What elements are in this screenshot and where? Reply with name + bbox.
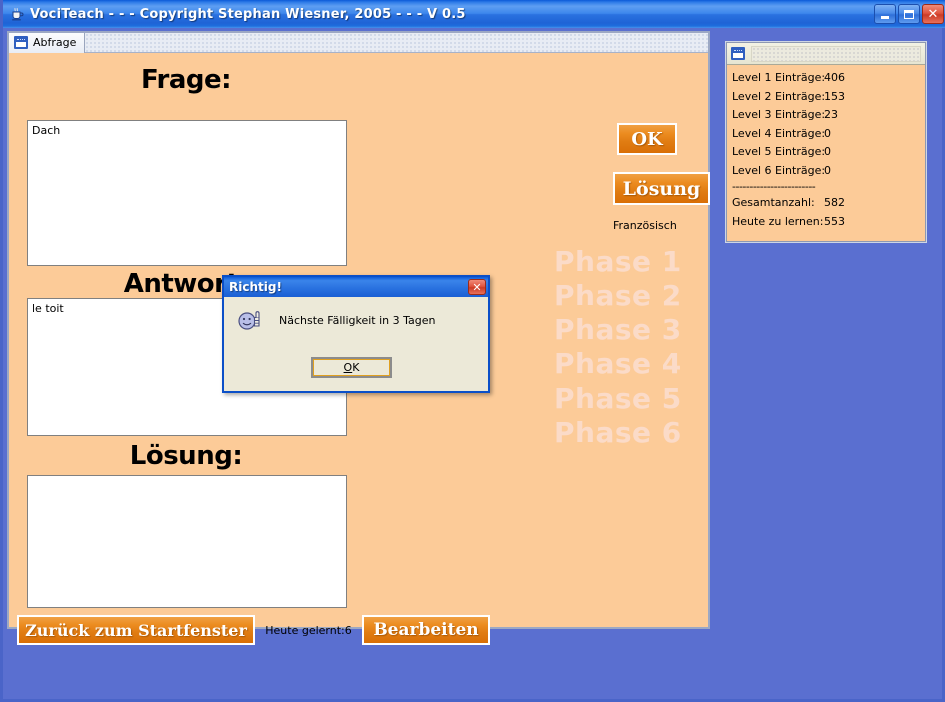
edit-button[interactable]: Bearbeiten	[362, 615, 490, 645]
stat-total-row: Gesamtanzahl: 582	[729, 194, 925, 213]
ok-button[interactable]: OK	[617, 123, 677, 155]
statistics-titlebar	[727, 43, 925, 65]
phase-item-2: Phase 2	[554, 279, 682, 313]
dialog-title: Richtig!	[229, 280, 282, 294]
tab-abfrage-label: Abfrage	[33, 36, 77, 49]
tab-abfrage[interactable]: Abfrage	[9, 32, 86, 53]
phase-item-3: Phase 3	[554, 313, 682, 347]
close-button[interactable]: ✕	[922, 4, 944, 24]
dialog-ok-button[interactable]: OK	[311, 357, 392, 378]
stat-label: Level 4 Einträge:	[732, 126, 826, 140]
dialog-ok-mnemonic: O	[343, 361, 353, 374]
stat-value: 582	[824, 196, 845, 209]
window-controls: ✕	[874, 4, 945, 24]
frage-textarea[interactable]: Dach	[27, 120, 347, 266]
stat-label: Level 5 Einträge:	[732, 145, 826, 158]
loesung-button[interactable]: Lösung	[613, 172, 710, 205]
stat-label: Level 2 Einträge:	[732, 89, 826, 103]
close-icon: ✕	[927, 6, 939, 22]
window-titlebar: VociTeach - - - Copyright Stephan Wiesne…	[3, 0, 945, 28]
phase-item-4: Phase 4	[554, 347, 682, 381]
application-window: VociTeach - - - Copyright Stephan Wiesne…	[0, 0, 945, 702]
phase-item-1: Phase 1	[554, 245, 682, 278]
learned-today-label: Heute gelernt:6	[265, 623, 352, 637]
stat-value: 153	[824, 89, 845, 103]
stat-row: Level 3 Einträge: 23	[729, 106, 925, 125]
stat-row: Level 2 Einträge: 153	[729, 88, 925, 107]
back-to-start-button[interactable]: Zurück zum Startfenster	[17, 615, 255, 645]
richtig-dialog: Richtig! ✕ Nächste Fälligkeit in 3 Tagen…	[222, 275, 490, 393]
window-title: VociTeach - - - Copyright Stephan Wiesne…	[30, 6, 466, 22]
statistics-internal-frame: Level 1 Einträge: 406 Level 2 Einträge: …	[726, 42, 926, 242]
dialog-ok-label: OK	[313, 359, 390, 376]
statistics-rows: Level 1 Einträge: 406 Level 2 Einträge: …	[727, 65, 925, 231]
language-label: Französisch	[613, 219, 677, 232]
stat-value: 23	[824, 108, 838, 121]
stat-label: Level 1 Einträge:	[732, 71, 826, 84]
tabbar-filler	[85, 33, 708, 52]
minimize-icon	[881, 15, 889, 19]
stat-value: 0	[824, 145, 831, 158]
stat-row: Level 5 Einträge: 0	[729, 143, 925, 162]
stat-value: 0	[824, 163, 831, 177]
stat-total-row: Heute zu lernen: 553	[729, 213, 925, 232]
phase-item-6: Phase 6	[554, 415, 682, 449]
maximize-button[interactable]	[898, 4, 920, 24]
stat-label: Level 6 Einträge:	[732, 163, 826, 177]
java-coffee-cup-icon	[9, 6, 25, 22]
dialog-message: Nächste Fälligkeit in 3 Tagen	[279, 314, 436, 327]
internal-frame-tabbar: Abfrage	[9, 32, 708, 53]
loesung-label: Lösung:	[129, 441, 243, 471]
dialog-ok-rest: K	[352, 361, 360, 374]
smiley-thumbs-up-icon	[237, 309, 267, 331]
dialog-close-button[interactable]: ✕	[468, 279, 486, 295]
phase-list: Phase 1 Phase 2 Phase 3 Phase 4 Phase 5 …	[554, 245, 709, 450]
stat-value: 0	[824, 126, 831, 140]
stat-value: 406	[824, 71, 845, 84]
minimize-button[interactable]	[874, 4, 896, 24]
stats-separator: ------------------------	[732, 180, 816, 193]
phase-item-5: Phase 5	[554, 381, 682, 415]
stat-row: Level 1 Einträge: 406	[729, 69, 925, 88]
titlebar-filler	[751, 45, 921, 62]
maximize-icon	[904, 9, 914, 19]
stat-row: Level 6 Einträge: 0	[729, 162, 925, 181]
stat-row: Level 4 Einträge: 0	[729, 125, 925, 144]
window-icon	[731, 47, 745, 60]
dialog-body: Nächste Fälligkeit in 3 Tagen OK	[224, 297, 488, 391]
stat-value: 553	[824, 214, 845, 228]
stat-label: Gesamtanzahl:	[732, 196, 815, 209]
loesung-textarea[interactable]	[27, 475, 347, 608]
window-icon	[14, 36, 28, 49]
stat-label: Heute zu lernen:	[732, 214, 824, 228]
frage-label: Frage:	[140, 65, 232, 95]
dialog-titlebar: Richtig! ✕	[224, 277, 488, 297]
stat-label: Level 3 Einträge:	[732, 108, 826, 121]
